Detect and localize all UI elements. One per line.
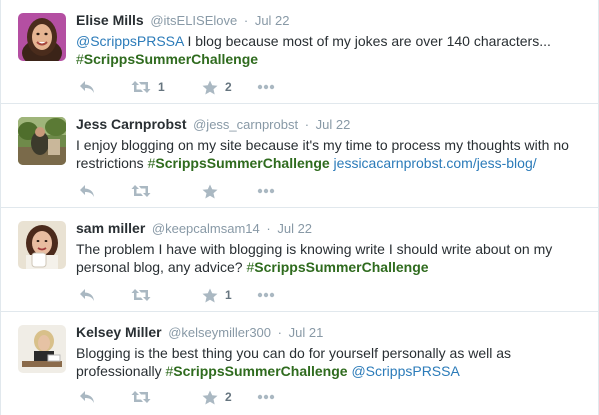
retweet-icon <box>131 185 151 197</box>
reply-icon <box>80 185 94 197</box>
tweet-actions: 1 2 <box>76 78 376 96</box>
tweet-header: Jess Carnprobst @jess_carnprobst · Jul 2… <box>76 115 350 134</box>
star-icon <box>202 390 218 404</box>
favorite-button[interactable]: 2 <box>202 78 232 96</box>
retweet-button[interactable] <box>131 182 158 200</box>
retweet-button[interactable] <box>131 388 158 406</box>
retweet-icon <box>131 289 151 301</box>
separator-dot: · <box>304 117 310 132</box>
avatar[interactable] <box>18 221 66 269</box>
tweet-text: Blogging is the best thing you can do fo… <box>76 344 576 380</box>
reply-icon <box>80 289 94 301</box>
reply-button[interactable] <box>79 78 95 96</box>
tweet-actions <box>76 182 376 200</box>
mention-link[interactable]: @ScrippsPRSSA <box>351 363 459 379</box>
avatar[interactable] <box>18 13 66 61</box>
mention-link[interactable]: @ScrippsPRSSA <box>76 33 184 49</box>
reply-button[interactable] <box>79 182 95 200</box>
tweet-header: Kelsey Miller @kelseymiller300 · Jul 21 <box>76 323 323 342</box>
more-dots-icon <box>257 394 275 400</box>
more-dots-icon <box>257 292 275 298</box>
tweet-text: The problem I have with blogging is know… <box>76 240 576 276</box>
more-button[interactable] <box>257 388 275 406</box>
author-fullname[interactable]: Kelsey Miller <box>76 324 162 340</box>
hashtag-link[interactable]: #ScrippsSummerChallenge <box>148 155 330 171</box>
retweet-icon <box>131 391 151 403</box>
star-icon <box>202 288 218 302</box>
more-button[interactable] <box>257 182 275 200</box>
author-fullname[interactable]: Elise Mills <box>76 12 144 28</box>
tweet-timestamp[interactable]: Jul 21 <box>289 325 324 340</box>
author-username[interactable]: @keepcalmsam14 <box>152 221 260 236</box>
tweet-header: sam miller @keepcalmsam14 · Jul 22 <box>76 219 312 238</box>
hashtag-text: ScrippsSummerChallenge <box>254 259 429 275</box>
more-dots-icon <box>257 84 275 90</box>
smiling-woman-avatar <box>18 13 66 61</box>
tweet-item[interactable]: Kelsey Miller @kelseymiller300 · Jul 21 … <box>1 312 598 415</box>
avatar[interactable] <box>18 117 66 165</box>
tweet-stream: Elise Mills @itsELISElove · Jul 22 @Scri… <box>0 0 599 415</box>
woman-at-desk-avatar <box>18 325 66 373</box>
tweet-text-segment: I blog because most of my jokes are over… <box>183 33 551 49</box>
tweet-text: I enjoy blogging on my site because it's… <box>76 136 576 172</box>
favorite-button[interactable]: 2 <box>202 388 232 406</box>
reply-button[interactable] <box>79 286 95 304</box>
reply-icon <box>80 81 94 93</box>
separator-dot: · <box>266 221 271 236</box>
author-fullname[interactable]: sam miller <box>76 220 145 236</box>
tweet-text: @ScrippsPRSSA I blog because most of my … <box>76 32 576 68</box>
favorite-count: 2 <box>225 80 232 94</box>
tweet-item[interactable]: Elise Mills @itsELISElove · Jul 22 @Scri… <box>1 0 598 104</box>
retweet-count: 1 <box>158 80 165 94</box>
hashtag-symbol: # <box>76 51 84 67</box>
favorite-button[interactable]: 1 <box>202 286 232 304</box>
more-button[interactable] <box>257 78 275 96</box>
more-button[interactable] <box>257 286 275 304</box>
author-username[interactable]: @jess_carnprobst <box>193 117 298 132</box>
outdoor-photo-avatar <box>18 117 66 165</box>
hashtag-text: ScrippsSummerChallenge <box>83 51 259 67</box>
hashtag-link[interactable]: #ScrippsSummerChallenge <box>166 363 348 379</box>
favorite-count: 2 <box>225 390 232 404</box>
separator-dot: · <box>277 325 282 340</box>
hashtag-link[interactable]: #ScrippsSummerChallenge <box>76 51 258 67</box>
reply-button[interactable] <box>79 388 95 406</box>
favorite-button[interactable] <box>202 182 225 200</box>
author-username[interactable]: @kelseymiller300 <box>168 325 271 340</box>
tweet-timestamp[interactable]: Jul 22 <box>277 221 312 236</box>
avatar[interactable] <box>18 325 66 373</box>
retweet-icon <box>131 81 151 93</box>
hashtag-text: ScrippsSummerChallenge <box>155 155 330 171</box>
tweet-timestamp[interactable]: Jul 22 <box>255 13 290 28</box>
tweet-actions: 2 <box>76 388 376 406</box>
author-username[interactable]: @itsELISElove <box>150 13 237 28</box>
more-dots-icon <box>257 188 275 194</box>
url-link[interactable]: jessicacarnprobst.com/jess-blog/ <box>334 155 537 171</box>
tweet-header: Elise Mills @itsELISElove · Jul 22 <box>76 11 290 30</box>
favorite-count: 1 <box>225 288 232 302</box>
tweet-timestamp[interactable]: Jul 22 <box>316 117 351 132</box>
woman-with-mug-avatar <box>18 221 66 269</box>
retweet-button[interactable]: 1 <box>131 78 165 96</box>
star-icon <box>202 80 218 94</box>
star-icon <box>202 184 218 198</box>
author-fullname[interactable]: Jess Carnprobst <box>76 116 186 132</box>
hashtag-text: ScrippsSummerChallenge <box>173 363 348 379</box>
retweet-button[interactable] <box>131 286 158 304</box>
tweet-actions: 1 <box>76 286 376 304</box>
tweet-item[interactable]: sam miller @keepcalmsam14 · Jul 22 The p… <box>1 208 598 312</box>
tweet-item[interactable]: Jess Carnprobst @jess_carnprobst · Jul 2… <box>1 104 598 208</box>
separator-dot: · <box>243 13 249 28</box>
hashtag-link[interactable]: #ScrippsSummerChallenge <box>246 259 428 275</box>
reply-icon <box>80 391 94 403</box>
